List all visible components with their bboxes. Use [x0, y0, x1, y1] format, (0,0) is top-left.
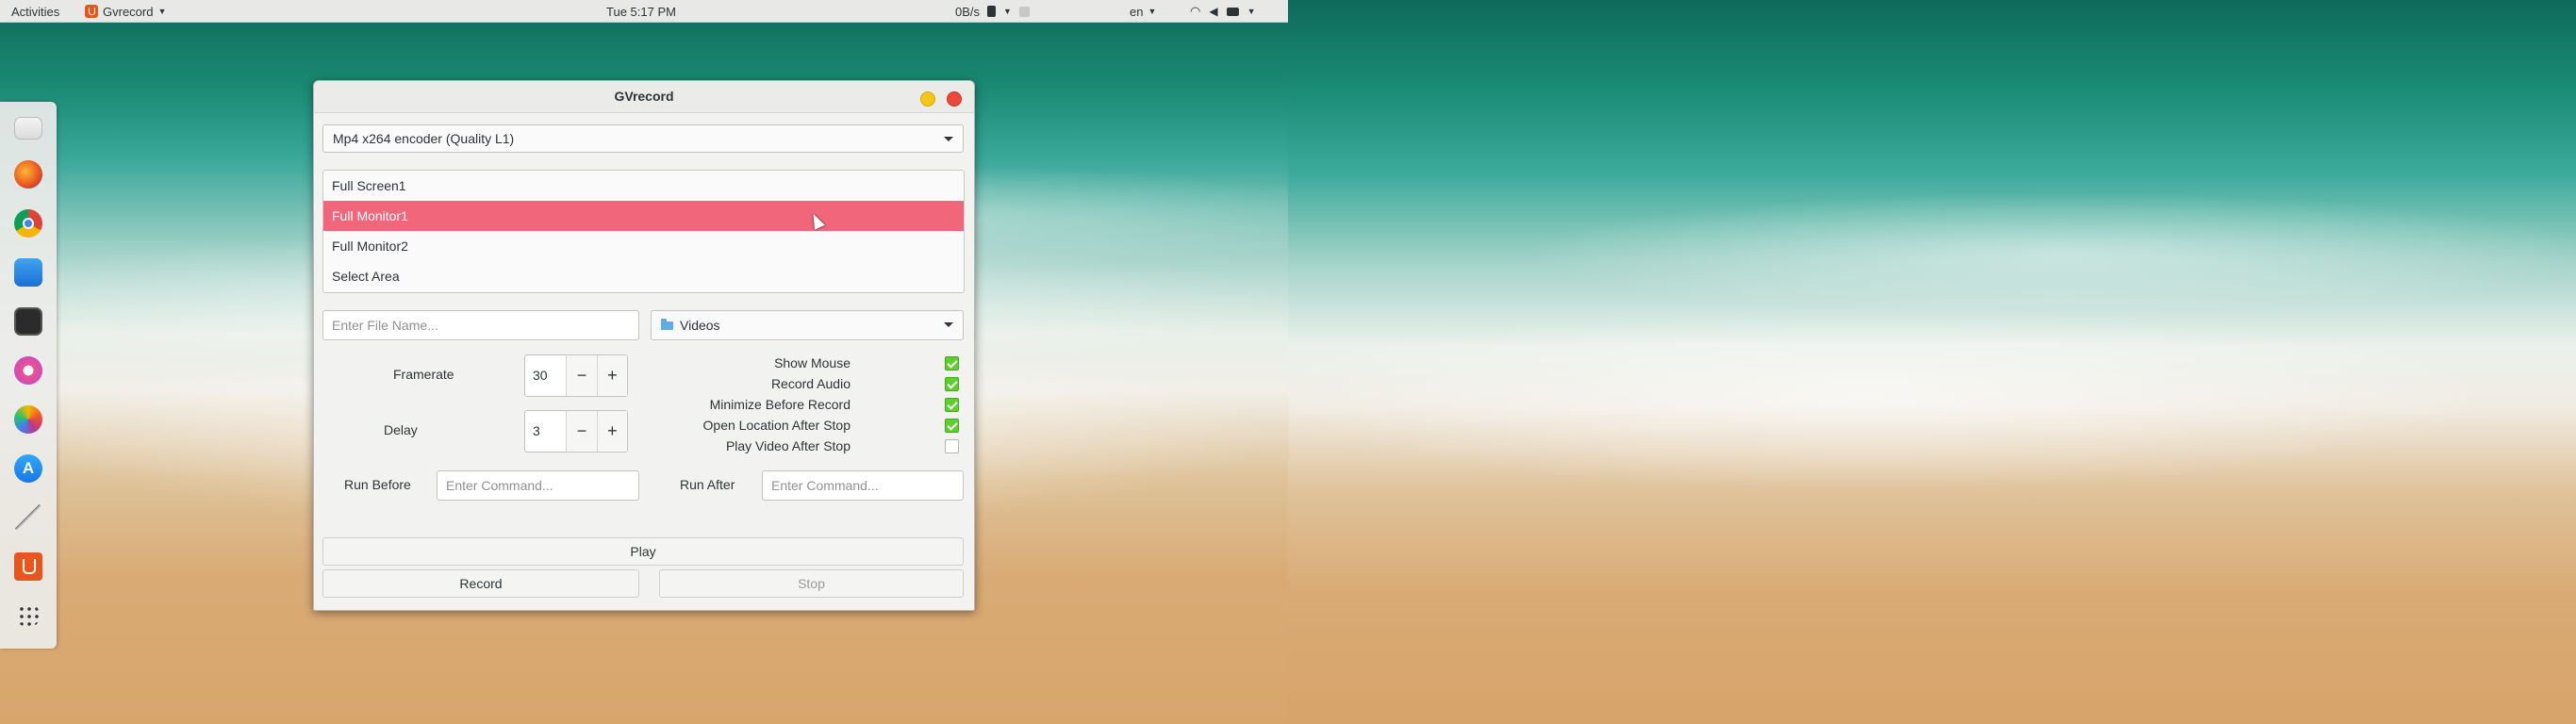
delay-spinner[interactable]: 3 − + — [524, 410, 628, 452]
tray-icon — [1018, 6, 1030, 17]
play-video-after-stop-label: Play Video After Stop — [725, 438, 850, 453]
minimize-button[interactable] — [920, 91, 935, 107]
window-title: GVrecord — [614, 89, 674, 104]
record-button[interactable]: Record — [322, 569, 639, 598]
delay-label: Delay — [384, 422, 418, 437]
record-audio-checkbox[interactable] — [945, 377, 959, 391]
play-button[interactable]: Play — [322, 537, 964, 566]
chevron-down-icon: ▼ — [1003, 7, 1012, 16]
delay-increment-button[interactable]: + — [596, 411, 627, 452]
chevron-down-icon: ▼ — [1148, 7, 1157, 16]
framerate-spinner[interactable]: 30 − + — [524, 354, 628, 397]
desktop-monitor-2 — [1288, 0, 2576, 724]
play-video-after-stop-checkbox[interactable] — [945, 439, 959, 453]
terminal-icon[interactable] — [14, 307, 42, 336]
photos-icon[interactable] — [14, 405, 42, 434]
chevron-down-icon — [944, 137, 953, 141]
app-menu-label: Gvrecord — [103, 4, 154, 19]
app-grid-icon[interactable] — [18, 605, 39, 626]
firefox-icon[interactable] — [14, 160, 42, 189]
chevron-down-icon: ▼ — [1247, 7, 1256, 16]
title-bar[interactable]: GVrecord — [314, 81, 974, 113]
finder-icon[interactable] — [14, 258, 42, 287]
close-button[interactable] — [947, 91, 962, 107]
volume-icon: ◀ — [1209, 5, 1218, 18]
dock — [0, 102, 57, 649]
framerate-increment-button[interactable]: + — [596, 355, 627, 396]
source-option-full-monitor1[interactable]: Full Monitor1 — [323, 201, 964, 231]
system-menu[interactable]: ◠ ◀ ▼ — [1190, 0, 1256, 23]
open-location-after-stop-label: Open Location After Stop — [702, 418, 850, 433]
indicator-area[interactable]: 0B/s ▼ — [955, 0, 1030, 23]
battery-icon — [1226, 7, 1239, 16]
clock-label: Tue 5:17 PM — [606, 4, 676, 19]
wifi-icon: ◠ — [1190, 4, 1201, 18]
files-icon[interactable] — [14, 117, 42, 140]
minimize-before-record-label: Minimize Before Record — [709, 397, 850, 412]
open-location-after-stop-checkbox[interactable] — [945, 419, 959, 433]
framerate-decrement-button[interactable]: − — [566, 355, 597, 396]
clock[interactable]: Tue 5:17 PM — [606, 0, 676, 23]
minimize-before-record-checkbox[interactable] — [945, 398, 959, 412]
encoder-selected: Mp4 x264 encoder (Quality L1) — [333, 131, 515, 146]
source-option-select-area[interactable]: Select Area — [323, 261, 964, 291]
source-option-full-screen1[interactable]: Full Screen1 — [323, 171, 964, 201]
chrome-icon[interactable] — [14, 209, 42, 238]
gvrecord-window: GVrecord Mp4 x264 encoder (Quality L1) F… — [313, 80, 975, 611]
app-menu[interactable]: Gvrecord ▼ — [85, 0, 166, 23]
gvrecord-icon[interactable] — [14, 552, 42, 581]
folder-dropdown[interactable]: Videos — [651, 310, 964, 340]
show-mouse-label: Show Mouse — [774, 355, 850, 370]
source-dropdown-menu[interactable]: Full Screen1 Full Monitor1 Full Monitor2… — [322, 170, 965, 293]
file-name-input[interactable] — [322, 310, 639, 340]
folder-icon — [661, 319, 673, 330]
framerate-value[interactable]: 30 — [525, 355, 566, 396]
music-icon[interactable] — [14, 356, 42, 385]
folder-selected: Videos — [680, 318, 720, 333]
top-bar: Activities Gvrecord ▼ Tue 5:17 PM 0B/s ▼… — [0, 0, 1288, 23]
activities-label: Activities — [11, 4, 60, 19]
app-store-icon[interactable] — [14, 454, 42, 483]
delay-value[interactable]: 3 — [525, 411, 566, 452]
clipboard-icon — [987, 6, 997, 17]
source-option-full-monitor2[interactable]: Full Monitor2 — [323, 231, 964, 261]
run-after-label: Run After — [680, 477, 735, 492]
show-mouse-checkbox[interactable] — [945, 356, 959, 370]
record-audio-label: Record Audio — [770, 376, 850, 391]
gvrecord-icon — [85, 5, 98, 18]
run-before-input[interactable] — [437, 470, 639, 501]
encoder-dropdown[interactable]: Mp4 x264 encoder (Quality L1) — [322, 124, 964, 153]
run-before-label: Run Before — [344, 477, 411, 492]
run-after-input[interactable] — [762, 470, 964, 501]
activities-button[interactable]: Activities — [11, 0, 59, 23]
language-label: en — [1130, 4, 1144, 19]
net-speed-label: 0B/s — [955, 4, 981, 19]
language-selector[interactable]: en ▼ — [1130, 0, 1156, 23]
text-editor-icon[interactable] — [14, 503, 42, 532]
stop-button[interactable]: Stop — [659, 569, 964, 598]
chevron-down-icon — [944, 322, 953, 327]
delay-decrement-button[interactable]: − — [566, 411, 597, 452]
chevron-down-icon: ▼ — [157, 7, 167, 16]
framerate-label: Framerate — [393, 367, 454, 382]
